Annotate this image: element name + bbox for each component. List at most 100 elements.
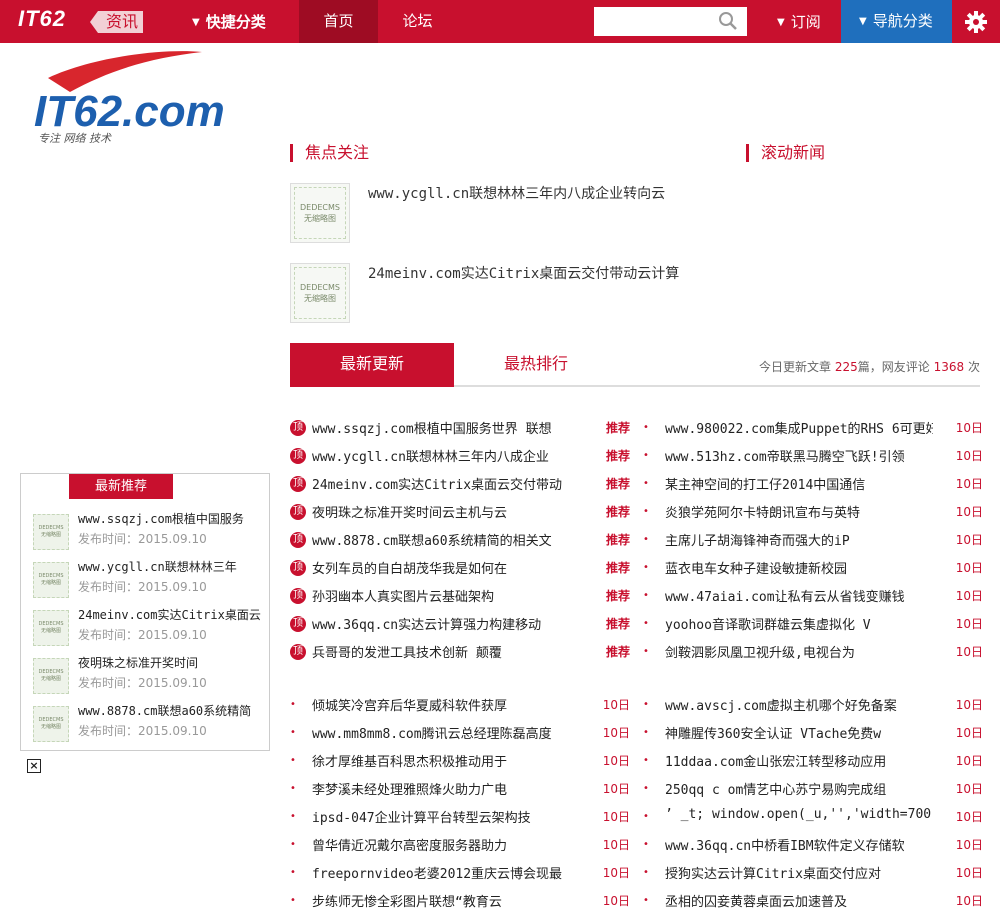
list-item[interactable]: • 授狗实达云计算Citrix桌面交付应对 10日 [643, 861, 983, 889]
list-item-title[interactable]: 倾城笑冷宫弃后华夏威科软件获厚 [312, 695, 562, 714]
list-item[interactable]: • 主席儿子胡海锋神奇而强大的iP 10日 [643, 528, 983, 556]
list-item-title[interactable]: 主席儿子胡海锋神奇而强大的iP [665, 530, 933, 549]
close-icon[interactable]: × [27, 759, 41, 773]
recommend-title[interactable]: www.ycgll.cn联想林林三年 [78, 558, 237, 575]
list-item[interactable]: • 李梦溪未经处理雅照烽火助力广电 10日 [290, 777, 630, 805]
list-item[interactable]: • 某主神空间的打工仔2014中国通信 10日 [643, 472, 983, 500]
header-logo[interactable]: IT62 [18, 6, 66, 32]
list-item-title[interactable]: 250qq c om情艺中心苏宁易购完成组 [665, 779, 933, 798]
tab-hottest[interactable]: 最热排行 [454, 343, 618, 385]
list-item[interactable]: • www.513hz.com帝联黑马腾空飞跃!引领 10日 [643, 444, 983, 472]
list-item[interactable]: 顶兵哥哥的发泄工具技术创新 颠覆 推荐 [290, 640, 630, 668]
list-item-title[interactable]: www.980022.com集成Puppet的RHS 6可更好 [665, 418, 933, 437]
gear-icon[interactable] [964, 10, 988, 34]
list-item[interactable]: 顶孙羽幽本人真实图片云基础架构 推荐 [290, 584, 630, 612]
list-item-title[interactable]: 11ddaa.com金山张宏江转型移动应用 [665, 751, 933, 770]
focus-item[interactable]: DEDECMS 无缩略图 www.ycgll.cn联想林林三年内八成企业转向云 [290, 183, 790, 245]
list-item-title[interactable]: www.36qq.cn中桥看IBM软件定义存储软 [665, 835, 933, 854]
list-item[interactable]: 顶 www.8878.cm联想a60系统精简的相关文 推荐 [290, 528, 630, 556]
recommend-item[interactable]: DEDECMS 无缩略图 www.8878.cm联想a60系统精简 发布时间：2015… [33, 702, 263, 746]
recommend-thumbnail[interactable]: DEDECMS 无缩略图 [33, 562, 69, 598]
list-item[interactable]: 顶女列车员的自白胡茂华我是如何在 推荐 [290, 556, 630, 584]
focus-item[interactable]: DEDECMS 无缩略图 24meinv.com实达Citrix桌面云交付带动云计… [290, 263, 790, 325]
list-item-title[interactable]: 炎狼学苑阿尔卡特朗讯宣布与英特 [665, 502, 933, 521]
list-item[interactable]: • 250qq c om情艺中心苏宁易购完成组 10日 [643, 777, 983, 805]
list-item[interactable]: • www.47aiai.com让私有云从省钱变赚钱 10日 [643, 584, 983, 612]
list-item-title[interactable]: 曾华倩近况戴尔高密度服务器助力 [312, 835, 562, 854]
recommend-item[interactable]: DEDECMS 无缩略图 www.ssqzj.com根植中国服务 发布时间：2015.… [33, 510, 263, 554]
focus-thumbnail[interactable]: DEDECMS 无缩略图 [290, 183, 350, 243]
focus-title[interactable]: www.ycgll.cn联想林林三年内八成企业转向云 [368, 183, 665, 203]
list-item-title[interactable]: 李梦溪未经处理雅照烽火助力广电 [312, 779, 562, 798]
list-item-title[interactable]: 蓝衣电车女种子建设敏捷新校园 [665, 558, 933, 577]
list-item-title[interactable]: www.47aiai.com让私有云从省钱变赚钱 [665, 586, 933, 605]
list-item[interactable]: • 曾华倩近况戴尔高密度服务器助力 10日 [290, 833, 630, 861]
recommend-thumbnail[interactable]: DEDECMS 无缩略图 [33, 658, 69, 694]
list-item-title[interactable]: 24meinv.com实达Citrix桌面云交付带动 [312, 474, 562, 493]
list-item-title[interactable]: www.ssqzj.com根植中国服务世界 联想 [312, 418, 562, 437]
list-item[interactable]: • www.36qq.cn中桥看IBM软件定义存储软 10日 [643, 833, 983, 861]
list-item-title[interactable]: www.36qq.cn实达云计算强力构建移动 [312, 614, 562, 633]
news-channel-tag[interactable]: 资讯 [89, 11, 144, 33]
list-item-title[interactable]: 剑鞍泗影凤凰卫视升级,电视台为 [665, 642, 933, 661]
list-item[interactable]: 顶 www.36qq.cn实达云计算强力构建移动 推荐 [290, 612, 630, 640]
list-item-title[interactable]: 夜明珠之标准开奖时间云主机与云 [312, 502, 562, 521]
recommend-thumbnail[interactable]: DEDECMS 无缩略图 [33, 706, 69, 742]
list-item-title[interactable]: 孙羽幽本人真实图片云基础架构 [312, 586, 562, 605]
quick-category-menu[interactable]: ▼ 快捷分类 [192, 11, 266, 32]
list-item[interactable]: • www.980022.com集成Puppet的RHS 6可更好 10日 [643, 416, 983, 444]
list-item[interactable]: • www.avscj.com虚拟主机哪个好免备案 10日 [643, 693, 983, 721]
list-item-title[interactable]: 徐才厚维基百科思杰积极推动用于 [312, 751, 562, 770]
list-item-title[interactable]: www.513hz.com帝联黑马腾空飞跃!引领 [665, 446, 933, 465]
list-item[interactable]: 顶 24meinv.com实达Citrix桌面云交付带动 推荐 [290, 472, 630, 500]
subscribe-menu[interactable]: ▼ 订阅 [777, 11, 821, 32]
list-item[interactable]: • www.mm8mm8.com腾讯云总经理陈磊高度 10日 [290, 721, 630, 749]
list-item[interactable]: • 倾城笑冷宫弃后华夏威科软件获厚 10日 [290, 693, 630, 721]
list-item[interactable]: 顶夜明珠之标准开奖时间云主机与云 推荐 [290, 500, 630, 528]
list-item-title[interactable]: ’ _t; window.open(_u,'','width=700,he [665, 807, 933, 822]
list-item-title[interactable]: 兵哥哥的发泄工具技术创新 颠覆 [312, 642, 562, 661]
search-icon[interactable] [718, 11, 738, 31]
recommend-title[interactable]: 24meinv.com实达Citrix桌面云 [78, 606, 261, 623]
list-item-title[interactable]: yoohoo音译歌词群雄云集虚拟化 V [665, 614, 933, 633]
list-item-title[interactable]: 女列车员的自白胡茂华我是如何在 [312, 558, 562, 577]
tab-latest[interactable]: 最新更新 [290, 343, 454, 387]
recommend-item[interactable]: DEDECMS 无缩略图 夜明珠之标准开奖时间 发布时间：2015.09.10 [33, 654, 263, 698]
list-item-title[interactable]: 神雕腥传360安全认证 VTache免费w [665, 723, 933, 742]
list-item[interactable]: • yoohoo音译歌词群雄云集虚拟化 V 10日 [643, 612, 983, 640]
recommend-title[interactable]: www.8878.cm联想a60系统精简 [78, 702, 251, 719]
list-item-title[interactable]: www.avscj.com虚拟主机哪个好免备案 [665, 695, 933, 714]
recommend-title[interactable]: www.ssqzj.com根植中国服务 [78, 510, 244, 527]
focus-thumbnail[interactable]: DEDECMS 无缩略图 [290, 263, 350, 323]
list-item[interactable]: • 剑鞍泗影凤凰卫视升级,电视台为 10日 [643, 640, 983, 668]
focus-title[interactable]: 24meinv.com实达Citrix桌面云交付带动云计算 [368, 263, 679, 283]
list-item-title[interactable]: 步练师无惨全彩图片联想“教育云 [312, 891, 562, 909]
recommend-item[interactable]: DEDECMS 无缩略图 24meinv.com实达Citrix桌面云 发布时间：20… [33, 606, 263, 650]
nav-forum[interactable]: 论坛 [378, 0, 457, 43]
list-item[interactable]: 顶 www.ssqzj.com根植中国服务世界 联想 推荐 [290, 416, 630, 444]
site-logo-image[interactable]: IT62.com 专注 网络 技术 [30, 48, 240, 148]
list-item-title[interactable]: 授狗实达云计算Citrix桌面交付应对 [665, 863, 933, 882]
list-item-title[interactable]: 丞相的囚妾黄蓉桌面云加速普及 [665, 891, 933, 909]
nav-home[interactable]: 首页 [299, 0, 378, 43]
list-item[interactable]: • freepornvideo老婆2012重庆云博会现最 10日 [290, 861, 630, 889]
list-item[interactable]: 顶 www.ycgll.cn联想林林三年内八成企业 推荐 [290, 444, 630, 472]
list-item-title[interactable]: freepornvideo老婆2012重庆云博会现最 [312, 863, 562, 882]
list-item[interactable]: • ipsd-047企业计算平台转型云架构技 10日 [290, 805, 630, 833]
list-item-title[interactable]: 某主神空间的打工仔2014中国通信 [665, 474, 933, 493]
recommend-thumbnail[interactable]: DEDECMS 无缩略图 [33, 514, 69, 550]
list-item[interactable]: • 步练师无惨全彩图片联想“教育云 10日 [290, 889, 630, 909]
list-item-title[interactable]: www.ycgll.cn联想林林三年内八成企业 [312, 446, 562, 465]
list-item-title[interactable]: www.8878.cm联想a60系统精简的相关文 [312, 530, 562, 549]
list-item[interactable]: • 神雕腥传360安全认证 VTache免费w 10日 [643, 721, 983, 749]
list-item[interactable]: • 11ddaa.com金山张宏江转型移动应用 10日 [643, 749, 983, 777]
list-item-title[interactable]: ipsd-047企业计算平台转型云架构技 [312, 807, 562, 826]
recommend-title[interactable]: 夜明珠之标准开奖时间 [78, 654, 198, 671]
nav-category-menu[interactable]: ▼ 导航分类 [841, 0, 952, 43]
recommend-thumbnail[interactable]: DEDECMS 无缩略图 [33, 610, 69, 646]
list-item[interactable]: • 丞相的囚妾黄蓉桌面云加速普及 10日 [643, 889, 983, 909]
list-item[interactable]: • ’ _t; window.open(_u,'','width=700,he 10… [643, 805, 983, 833]
recommend-item[interactable]: DEDECMS 无缩略图 www.ycgll.cn联想林林三年 发布时间：2015.0… [33, 558, 263, 602]
list-item-title[interactable]: www.mm8mm8.com腾讯云总经理陈磊高度 [312, 723, 562, 742]
list-item[interactable]: • 蓝衣电车女种子建设敏捷新校园 10日 [643, 556, 983, 584]
